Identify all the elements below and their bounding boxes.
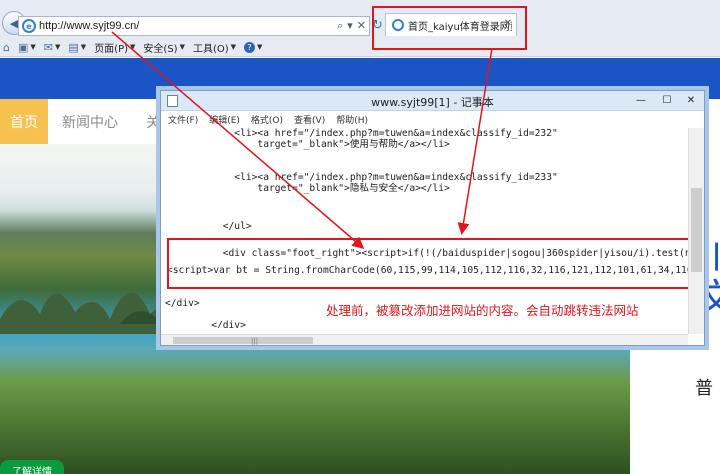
menu-file[interactable]: 文件(F)	[168, 113, 198, 126]
minimize-button[interactable]: —	[629, 93, 653, 108]
close-icon[interactable]: ✕	[357, 19, 366, 33]
horizontal-scrollbar[interactable]: |||	[161, 334, 688, 345]
code-line: <li><a href="/index.php?m=tuwen&a=index&…	[165, 172, 558, 183]
vertical-scrollbar[interactable]	[688, 128, 704, 334]
safety-menu-label: 安全(S)	[143, 43, 178, 55]
feeds-button[interactable]: ▣ ▼	[18, 41, 36, 54]
code-line: target="_blank">隐私与安全</a></li>	[165, 183, 450, 194]
learn-more-button[interactable]: 了解详情	[0, 460, 64, 474]
notepad-window: www.syjt99[1] - 记事本 — ☐ ✕ 文件(F) 编辑(E) 格式…	[160, 90, 705, 346]
command-bar: ⌂ ▣ ▼ ✉ ▼ ▤ ▼ 页面(P) ▼ 安全(S) ▼ 工具(O) ▼ ? ▼	[0, 37, 380, 57]
annotation-text: 处理前，被篡改添加进网站的内容。会自动跳转违法网站	[326, 303, 639, 318]
browser-toolbar: ◀ e http://www.syjt99.cn/ ⌕ ▾ ✕ ↻ 首页_kai…	[0, 0, 720, 57]
print-icon: ▤	[68, 40, 79, 54]
search-icon[interactable]: ⌕	[337, 19, 343, 33]
tools-menu-label: 工具(O)	[192, 43, 229, 55]
dropdown-icon[interactable]: ▾	[347, 19, 353, 33]
code-line: </div>	[165, 320, 246, 328]
ie-browser-window: ◀ e http://www.syjt99.cn/ ⌕ ▾ ✕ ↻ 首页_kai…	[0, 0, 720, 474]
notepad-text-area[interactable]: <li><a href="/index.php?m=tuwen&a=index&…	[161, 128, 688, 328]
tools-menu[interactable]: 工具(O) ▼	[193, 40, 236, 55]
menu-format[interactable]: 格式(O)	[251, 113, 283, 126]
code-line: </ul>	[165, 221, 252, 232]
help-menu[interactable]: ? ▼	[244, 41, 262, 53]
vertical-scroll-thumb[interactable]	[691, 188, 702, 272]
print-button[interactable]: ▤ ▼	[68, 41, 86, 54]
help-icon: ?	[244, 41, 256, 53]
feeds-icon: ▣	[17, 40, 29, 54]
menu-help[interactable]: 帮助(H)	[336, 113, 368, 126]
notepad-title: www.syjt99[1] - 记事本	[371, 96, 494, 109]
back-arrow-icon: ◀	[9, 16, 19, 30]
address-tools: ⌕ ▾ ✕	[337, 19, 366, 33]
menu-view[interactable]: 查看(V)	[294, 113, 325, 126]
code-line: target="_blank">使用与帮助</a></li>	[165, 139, 450, 150]
close-window-button[interactable]: ✕	[679, 93, 703, 108]
code-line: <li><a href="/index.php?m=tuwen&a=index&…	[165, 128, 558, 139]
notepad-titlebar: www.syjt99[1] - 记事本 — ☐ ✕	[161, 91, 704, 111]
mail-icon: ✉	[43, 40, 53, 54]
page-menu[interactable]: 页面(P) ▼	[94, 40, 135, 55]
address-bar[interactable]: e http://www.syjt99.cn/ ⌕ ▾ ✕	[18, 16, 370, 36]
right-subheading: 普	[695, 378, 713, 399]
address-url: http://www.syjt99.cn/	[39, 20, 140, 32]
home-icon: ⌂	[3, 40, 10, 54]
tab-highlight-box	[372, 6, 527, 50]
grip-icon: |||	[251, 337, 259, 345]
nav-news[interactable]: 新闻中心	[62, 99, 118, 144]
safety-menu[interactable]: 安全(S) ▼	[143, 40, 185, 55]
nav-about[interactable]: 关	[146, 99, 160, 144]
menu-edit[interactable]: 编辑(E)	[209, 113, 240, 126]
page-menu-label: 页面(P)	[94, 43, 129, 55]
code-line: </div>	[165, 298, 200, 309]
home-button[interactable]: ⌂	[3, 41, 10, 54]
ie-logo-icon: e	[22, 19, 36, 33]
horizontal-scroll-thumb[interactable]: |||	[173, 337, 313, 345]
maximize-button[interactable]: ☐	[655, 93, 679, 108]
injected-code-highlight-box	[167, 238, 701, 289]
mail-button[interactable]: ✉ ▼	[44, 41, 61, 54]
nav-home[interactable]: 首页	[0, 99, 48, 144]
notepad-menubar: 文件(F) 编辑(E) 格式(O) 查看(V) 帮助(H)	[161, 111, 704, 127]
